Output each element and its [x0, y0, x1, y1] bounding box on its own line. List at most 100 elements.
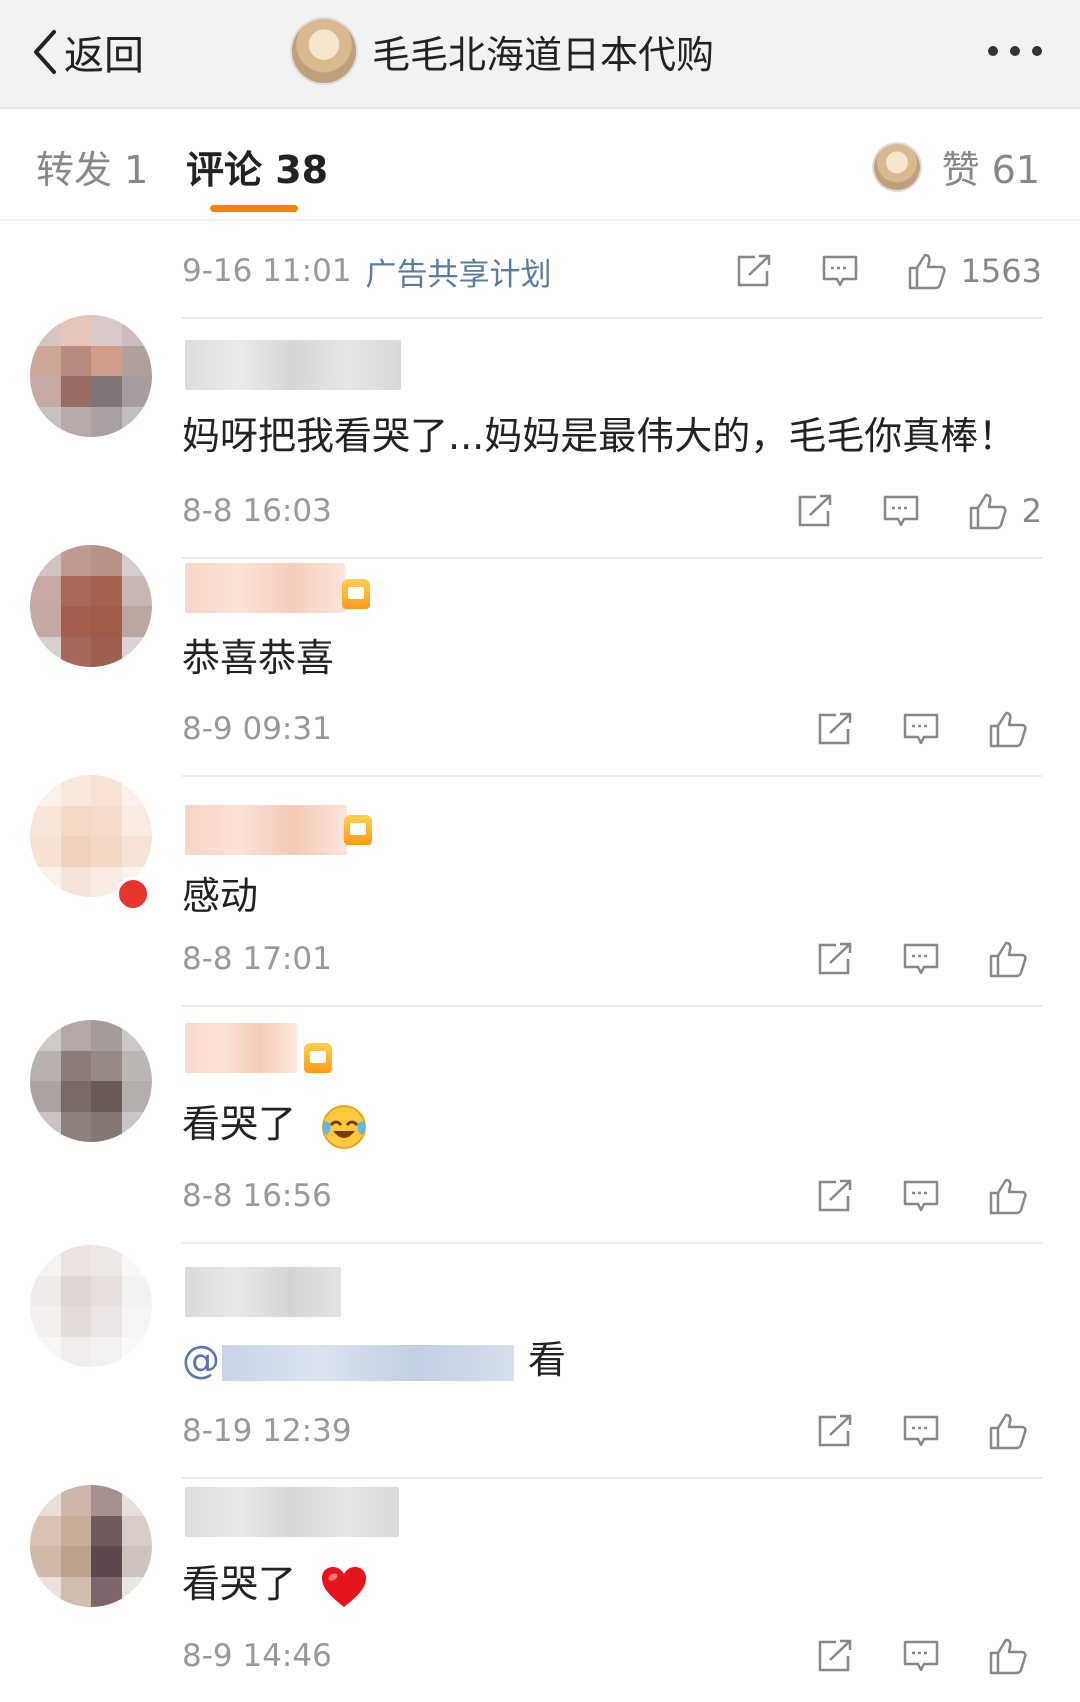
more-dot-icon: [1032, 46, 1042, 56]
commenter-avatar[interactable]: [30, 545, 152, 667]
comment-actions: [768, 940, 1042, 978]
author-name: 毛毛北海道日本代购: [372, 32, 715, 77]
share-icon: [818, 1639, 852, 1672]
member-badge-icon: [342, 579, 370, 609]
like-button[interactable]: 1563: [907, 252, 1042, 290]
like-count: 1563: [960, 252, 1042, 290]
commenter-avatar[interactable]: [30, 1020, 152, 1142]
like-button[interactable]: [988, 940, 1042, 978]
tab-bar: 转发 1 评论 38 赞 61: [0, 109, 1080, 221]
tab-repost[interactable]: 转发 1: [36, 139, 148, 194]
comment-text-row: 看哭了: [182, 1093, 368, 1151]
reply-button[interactable]: [902, 1178, 940, 1214]
reply-button[interactable]: [902, 711, 940, 747]
like-button[interactable]: [988, 1177, 1042, 1215]
like-button[interactable]: 2: [968, 492, 1042, 530]
member-badge-icon: [304, 1043, 332, 1073]
comment-time: 8-9 14:46: [182, 1638, 332, 1674]
likes-label: 赞 61: [941, 148, 1040, 192]
comment-button[interactable]: [821, 253, 859, 289]
active-tab-indicator: [210, 205, 298, 212]
comment-actions: [768, 1177, 1042, 1215]
comment-meta: 8-8 16:56: [182, 1150, 1042, 1244]
chevron-left-icon: [34, 30, 56, 74]
more-button[interactable]: [988, 46, 1042, 56]
post-meta-row: 9-16 11:01 广告共享计划 1563: [182, 225, 1042, 319]
back-label: 返回: [64, 33, 144, 79]
like-button[interactable]: [988, 710, 1042, 748]
share-icon: [818, 1179, 852, 1212]
comment-time: 8-9 09:31: [182, 711, 332, 747]
reply-button[interactable]: [902, 1638, 940, 1674]
comment-time: 8-8 17:01: [182, 941, 332, 977]
comment-actions: [768, 1637, 1042, 1675]
comment-text: 感动: [182, 874, 259, 918]
thumbs-up-icon: [908, 253, 946, 290]
commenter-username[interactable]: [185, 805, 347, 855]
comment-text: 看哭了: [182, 1562, 297, 1606]
share-icon: [737, 254, 770, 287]
share-button[interactable]: [816, 1178, 854, 1214]
comment-meta: 8-9 14:46: [182, 1610, 1042, 1702]
share-button[interactable]: [735, 253, 773, 289]
comment-meta: 8-9 09:31: [182, 683, 1042, 777]
comment-time: 8-8 16:03: [182, 493, 332, 529]
like-button[interactable]: [988, 1412, 1042, 1450]
commenter-avatar[interactable]: [30, 1485, 152, 1607]
more-dot-icon: [988, 46, 998, 56]
thumbs-up-icon: [989, 1178, 1027, 1215]
share-icon: [798, 494, 831, 527]
share-icon: [818, 942, 852, 975]
comment-meta: 8-8 16:03 2: [182, 465, 1042, 559]
reply-button[interactable]: [882, 493, 920, 529]
comment-icon: [903, 713, 939, 745]
reply-button[interactable]: [902, 1413, 940, 1449]
comment-actions: [768, 1412, 1042, 1450]
mention-username[interactable]: [222, 1344, 514, 1381]
post-time: 9-16 11:01: [182, 253, 352, 289]
reply-button[interactable]: [902, 941, 940, 977]
nav-bar: 返回 毛毛北海道日本代购: [0, 0, 1080, 109]
comment-text-row: 看哭了: [182, 1553, 368, 1609]
thumbs-up-icon: [969, 493, 1007, 530]
thumbs-up-icon: [989, 1638, 1027, 1675]
post-actions: 1563: [687, 252, 1042, 290]
heart-emoji: [322, 1566, 367, 1607]
commenter-avatar[interactable]: [30, 315, 152, 437]
like-button[interactable]: [988, 1637, 1042, 1675]
comment-actions: [768, 710, 1042, 748]
more-dot-icon: [1010, 46, 1020, 56]
commenter-username[interactable]: [185, 1267, 341, 1317]
verified-badge-icon: [116, 877, 150, 911]
commenter-username[interactable]: [185, 1023, 297, 1073]
commenter-avatar[interactable]: [30, 1245, 152, 1367]
thumbs-up-icon: [989, 941, 1027, 978]
commenter-username[interactable]: [185, 563, 345, 613]
tab-likes[interactable]: 赞 61: [873, 139, 1040, 194]
page-title: 毛毛北海道日本代购: [292, 16, 714, 86]
comment-text: 看哭了: [182, 1102, 297, 1146]
tab-comments[interactable]: 评论 38: [186, 139, 328, 194]
share-button[interactable]: [816, 1413, 854, 1449]
thumbs-up-icon: [989, 711, 1027, 748]
share-button[interactable]: [816, 941, 854, 977]
liker-avatar: [873, 143, 920, 190]
back-button[interactable]: 返回: [30, 22, 144, 82]
share-button[interactable]: [796, 493, 834, 529]
member-badge-icon: [344, 815, 372, 845]
commenter-username[interactable]: [185, 1487, 399, 1537]
comment-icon: [883, 495, 918, 527]
mention-prefix[interactable]: @: [182, 1338, 220, 1382]
comment-icon: [822, 255, 857, 287]
commenter-username[interactable]: [185, 340, 401, 390]
share-button[interactable]: [816, 1638, 854, 1674]
comment-icon: [903, 1180, 939, 1212]
like-count: 2: [1021, 492, 1042, 530]
comment-text: 妈呀把我看哭了...妈妈是最伟大的，毛毛你真棒！: [182, 414, 1017, 458]
comment-icon: [903, 1415, 939, 1447]
comment-actions: 2: [748, 492, 1042, 530]
share-icon: [818, 712, 852, 745]
share-button[interactable]: [816, 711, 854, 747]
author-avatar[interactable]: [292, 19, 356, 83]
ad-share-link[interactable]: 广告共享计划: [366, 249, 552, 294]
